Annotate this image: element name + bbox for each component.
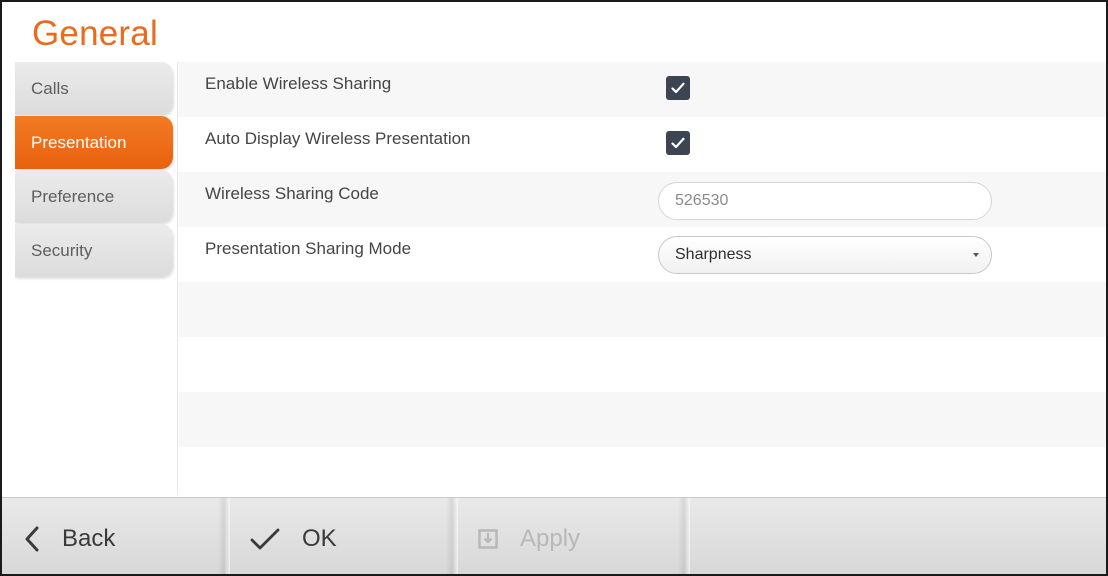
back-label: Back	[62, 524, 116, 552]
setting-row-enable-wireless-sharing: Enable Wireless Sharing	[178, 62, 1106, 117]
footer-separator	[678, 498, 690, 574]
check-icon	[671, 82, 685, 94]
setting-row-auto-display: Auto Display Wireless Presentation	[178, 117, 1106, 172]
sharing-code-field[interactable]: 526530	[658, 182, 992, 220]
ok-label: OK	[302, 524, 337, 552]
enable-wireless-sharing-checkbox[interactable]	[666, 76, 690, 100]
save-icon	[478, 528, 498, 549]
sidebar-item-preference[interactable]: Preference	[15, 170, 173, 223]
empty-row	[178, 447, 1106, 502]
auto-display-label: Auto Display Wireless Presentation	[205, 129, 471, 148]
footer-bar: Back OK Apply	[2, 497, 1106, 574]
settings-window: General Calls Presentation Preference Se…	[0, 0, 1108, 576]
empty-row	[178, 337, 1106, 392]
checkmark-icon	[250, 527, 280, 551]
caret-down-icon	[973, 253, 979, 257]
sharing-mode-select[interactable]: Sharpness	[658, 236, 992, 274]
sharing-mode-value: Sharpness	[675, 246, 752, 263]
sharing-code-label: Wireless Sharing Code	[205, 184, 379, 203]
empty-row	[178, 392, 1106, 447]
check-icon	[671, 137, 685, 149]
footer-separator	[218, 498, 230, 574]
apply-label: Apply	[520, 524, 581, 552]
sidebar: Calls Presentation Preference Security	[15, 62, 173, 278]
apply-button[interactable]: Apply	[478, 498, 678, 574]
ok-button[interactable]: OK	[250, 498, 445, 574]
back-button[interactable]: Back	[24, 498, 219, 574]
settings-list: Enable Wireless Sharing Auto Display Wir…	[178, 62, 1106, 502]
sidebar-item-presentation[interactable]: Presentation	[15, 116, 173, 169]
page-title: General	[32, 14, 158, 53]
enable-wireless-sharing-label: Enable Wireless Sharing	[205, 74, 392, 93]
empty-row	[178, 282, 1106, 337]
sharing-mode-label: Presentation Sharing Mode	[205, 239, 412, 258]
auto-display-checkbox[interactable]	[666, 131, 690, 155]
chevron-left-icon	[24, 526, 40, 552]
sidebar-item-calls[interactable]: Calls	[15, 62, 173, 115]
footer-separator	[446, 498, 458, 574]
sidebar-item-security[interactable]: Security	[15, 224, 173, 277]
